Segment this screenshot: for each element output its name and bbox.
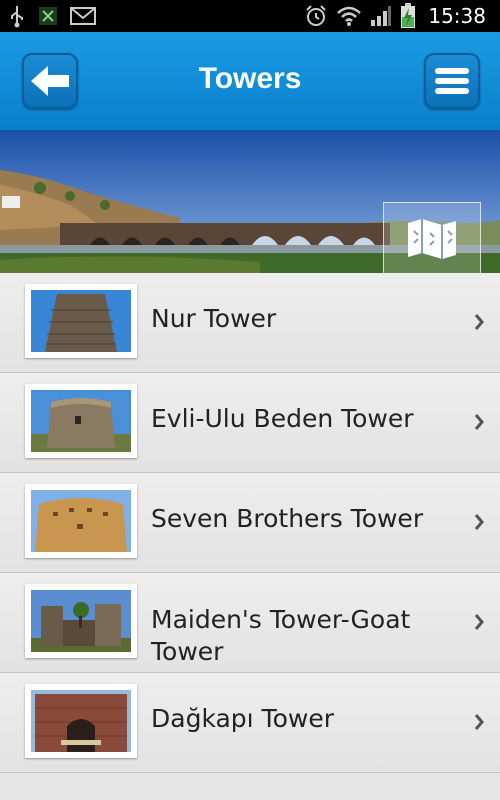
status-bar: 15:38 — [0, 0, 500, 32]
list-item-evli-ulu-beden-tower[interactable]: Evli-Ulu Beden Tower — [0, 373, 500, 473]
chevron-right-icon — [474, 614, 484, 630]
tower-name: Maiden's Tower-Goat Tower — [151, 605, 411, 666]
chevron-right-icon — [474, 714, 484, 730]
battery-charging-icon — [401, 3, 416, 28]
status-time: 15:38 — [428, 4, 486, 28]
tower-thumbnail — [25, 484, 137, 558]
tower-list: Nur Tower Evli-Ulu Beden Tower Seven Bro… — [0, 273, 500, 773]
tower-name: Nur Tower — [151, 304, 277, 333]
tower-thumbnail — [25, 284, 137, 358]
tower-thumbnail — [25, 684, 137, 758]
banner-image — [0, 130, 500, 273]
list-item-seven-brothers-tower[interactable]: Seven Brothers Tower — [0, 473, 500, 573]
tower-name: Dağkapı Tower — [151, 704, 334, 733]
tower-name: Evli-Ulu Beden Tower — [151, 404, 414, 433]
map-button[interactable] — [383, 202, 481, 273]
list-item-dagkapi-tower[interactable]: Dağkapı Tower — [0, 673, 500, 773]
list-item-maidens-tower-goat-tower[interactable]: Maiden's Tower-Goat Tower — [0, 573, 500, 673]
chevron-right-icon — [474, 314, 484, 330]
tower-thumbnail — [25, 384, 137, 458]
chevron-right-icon — [474, 414, 484, 430]
chevron-right-icon — [474, 514, 484, 530]
alarm-icon — [306, 5, 327, 26]
x-icon — [39, 7, 57, 25]
usb-icon — [11, 6, 23, 28]
tower-thumbnail — [25, 584, 137, 658]
list-item-nur-tower[interactable]: Nur Tower — [0, 273, 500, 373]
mail-icon — [70, 7, 96, 25]
tower-name: Seven Brothers Tower — [151, 504, 424, 533]
map-icon — [408, 218, 456, 259]
menu-button[interactable] — [424, 53, 480, 109]
menu-icon — [435, 68, 469, 94]
app-header: Towers — [0, 32, 500, 130]
signal-icon — [371, 6, 392, 26]
wifi-icon — [337, 6, 362, 26]
